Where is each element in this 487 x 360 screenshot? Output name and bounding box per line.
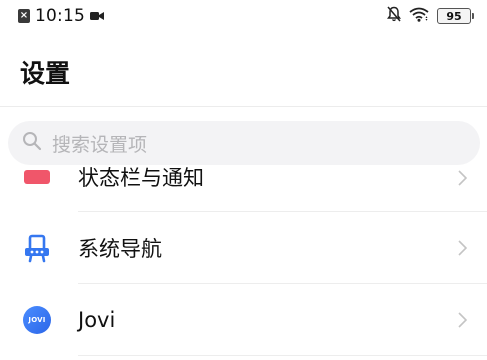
jovi-icon: JOVI (22, 305, 52, 335)
notification-icon (22, 166, 52, 192)
list-item-label: Jovi (78, 308, 116, 332)
video-recording-icon (90, 11, 104, 21)
jovi-logo-text: JOVI (23, 306, 51, 334)
search-icon (22, 131, 42, 155)
status-left: × 10:15 (18, 6, 104, 26)
page-title: 设置 (20, 59, 71, 88)
list-divider (78, 355, 487, 356)
list-item-status-bar-notifications[interactable]: 状态栏与通知 (0, 166, 487, 212)
settings-screen: × 10:15 95 设置 搜索设置项 状态栏与通知 系统导航 JOVI Jov… (0, 0, 487, 360)
chevron-right-icon (458, 312, 467, 328)
no-sim-icon: × (18, 9, 30, 23)
status-time: 10:15 (35, 6, 85, 26)
battery-level: 95 (446, 9, 462, 23)
wifi-icon (409, 7, 429, 26)
search-input[interactable]: 搜索设置项 (8, 121, 480, 165)
chevron-right-icon (458, 170, 467, 186)
search-placeholder: 搜索设置项 (52, 133, 148, 156)
system-navigation-icon (22, 233, 52, 263)
status-bar: × 10:15 95 (0, 0, 487, 32)
status-right: 95 (387, 6, 474, 26)
settings-list: 状态栏与通知 系统导航 JOVI Jovi (0, 166, 487, 360)
battery-icon: 95 (437, 8, 474, 24)
list-item-label: 系统导航 (78, 237, 162, 261)
list-item-system-navigation[interactable]: 系统导航 (0, 212, 487, 284)
list-item-jovi[interactable]: JOVI Jovi (0, 284, 487, 356)
title-divider (0, 106, 487, 107)
chevron-right-icon (458, 240, 467, 256)
list-item-label: 状态栏与通知 (78, 166, 204, 190)
mute-bell-icon (387, 6, 401, 26)
